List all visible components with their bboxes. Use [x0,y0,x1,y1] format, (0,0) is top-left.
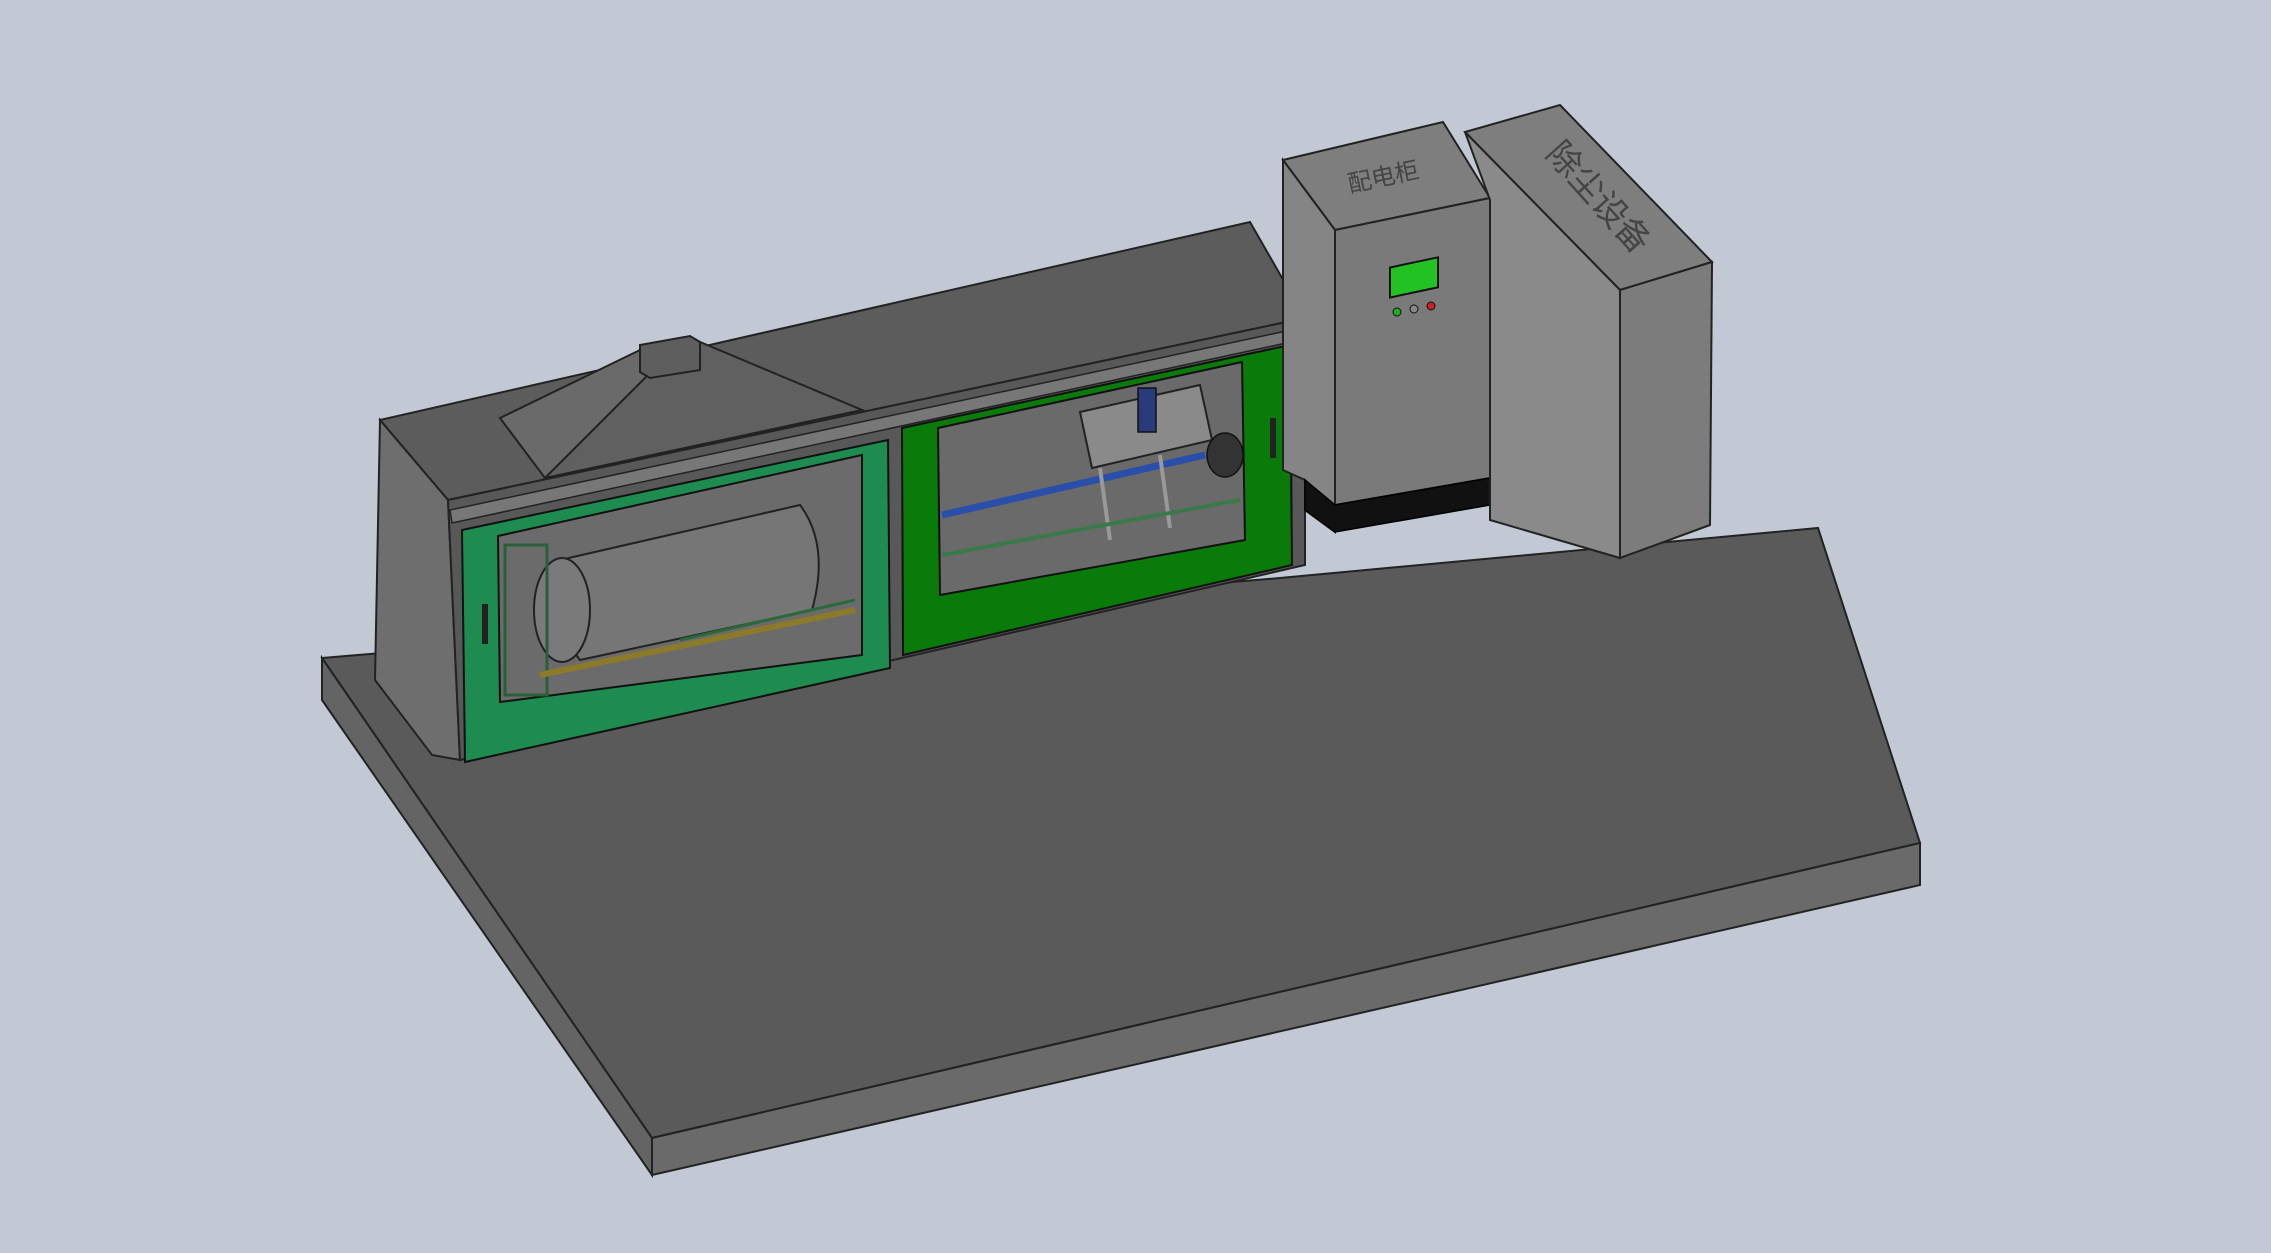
left-door-handle [482,604,488,644]
right-door-wheel [1206,432,1244,478]
right-door-motor [1137,387,1157,433]
indicator-grey [1409,304,1419,314]
hood-chimney [639,334,701,380]
power-distribution-cabinet: 配电柜 [1281,120,1492,534]
cad-model-view: 配电柜 除尘设备 [0,0,2271,1249]
cabinet-left-front [1334,196,1491,507]
indicator-green [1392,307,1402,317]
indicator-red [1426,301,1436,311]
left-door-drum-end [533,557,591,663]
cad-viewport: 配电柜 除尘设备 [320,103,1922,1179]
cabinet-right-front [1619,260,1714,560]
dust-removal-equipment: 除尘设备 [1463,103,1714,560]
right-door-handle [1270,418,1276,458]
